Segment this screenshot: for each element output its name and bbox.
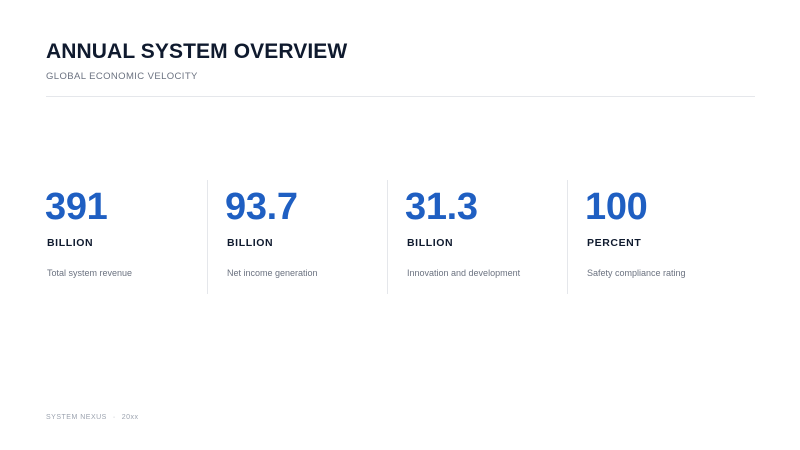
- stat-description: Net income generation: [227, 268, 318, 278]
- stat-separator: [387, 180, 388, 294]
- stat-card-safety: 100 PERCENT Safety compliance rating: [585, 180, 766, 294]
- stat-description: Total system revenue: [47, 268, 133, 278]
- stat-unit: BILLION: [227, 237, 274, 249]
- stat-unit: BILLION: [407, 237, 454, 249]
- slide: ANNUAL SYSTEM OVERVIEW GLOBAL ECONOMIC V…: [0, 0, 800, 450]
- stat-value: 100: [585, 186, 648, 228]
- stat-description: Safety compliance rating: [587, 268, 686, 278]
- footer-separator: ·: [112, 414, 116, 421]
- stat-description: Innovation and development: [407, 268, 521, 278]
- stat-separator: [567, 180, 568, 294]
- stat-unit: BILLION: [47, 237, 94, 249]
- stat-value: 391: [45, 186, 108, 228]
- stat-card-revenue: 391 BILLION Total system revenue: [45, 180, 226, 294]
- header-divider: [46, 96, 755, 97]
- stat-value: 93.7: [225, 186, 298, 228]
- page-title: ANNUAL SYSTEM OVERVIEW: [46, 40, 348, 63]
- stat-separator: [207, 180, 208, 294]
- page-subtitle: GLOBAL ECONOMIC VELOCITY: [46, 71, 198, 82]
- footer-year: 20xx: [121, 414, 139, 421]
- stat-card-innovation: 31.3 BILLION Innovation and development: [405, 180, 586, 294]
- footer-brand: SYSTEM NEXUS: [46, 414, 107, 421]
- footer: SYSTEM NEXUS · 20xx: [46, 413, 139, 423]
- stats-row: 391 BILLION Total system revenue 93.7 BI…: [45, 180, 766, 294]
- stat-unit: PERCENT: [587, 237, 642, 249]
- stat-value: 31.3: [405, 186, 478, 228]
- stat-card-net-income: 93.7 BILLION Net income generation: [225, 180, 406, 294]
